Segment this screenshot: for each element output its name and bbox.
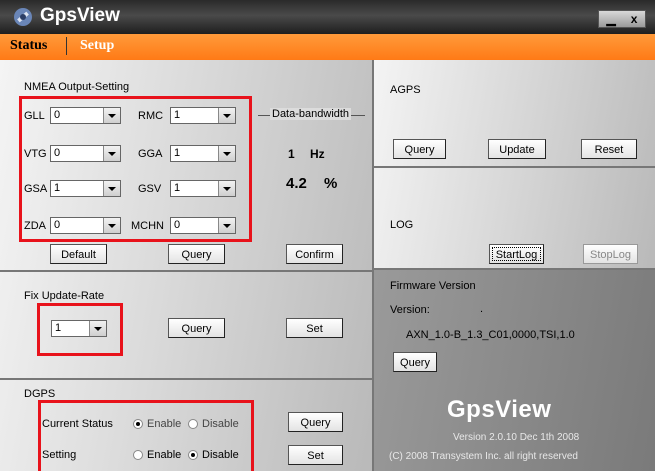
agps-heading: AGPS	[390, 84, 421, 96]
dgps-setting-disable-label[interactable]: Disable	[202, 449, 239, 461]
fix-rate-set-button[interactable]: Set	[286, 318, 343, 338]
firmware-heading: Firmware Version	[390, 280, 476, 292]
log-heading: LOG	[390, 219, 414, 231]
divider	[372, 60, 374, 471]
default-button[interactable]: Default	[50, 244, 107, 264]
divider	[0, 378, 372, 380]
divider	[374, 268, 655, 270]
rmc-label: RMC	[138, 110, 164, 122]
dgps-setting-enable-label[interactable]: Enable	[147, 449, 181, 461]
firmware-version-label: Version:	[390, 304, 430, 316]
dgps-setting-label: Setting	[42, 449, 77, 461]
start-log-button[interactable]: StartLog	[489, 244, 544, 264]
firmware-version-dot: .	[480, 303, 484, 315]
chevron-down-icon	[218, 146, 235, 161]
brand-copyright: (C) 2008 Transystem Inc. all right reser…	[389, 451, 578, 462]
nmea-heading: NMEA Output-Setting	[24, 81, 130, 93]
zda-label: ZDA	[24, 220, 46, 232]
rmc-select[interactable]: 1	[170, 107, 236, 124]
mchn-label: MCHN	[131, 220, 164, 232]
brand-name: GpsView	[447, 396, 552, 423]
brand-version: Version 2.0.10 Dec 1th 2008	[453, 432, 580, 443]
gsv-label: GSV	[138, 183, 162, 195]
tab-setup[interactable]: Setup	[80, 38, 114, 54]
dgps-heading: DGPS	[24, 388, 56, 400]
chevron-down-icon	[103, 146, 120, 161]
bandwidth-pct-value: 4.2	[286, 175, 307, 192]
bandwidth-heading: Data-bandwidth	[270, 108, 352, 120]
tab-separator	[66, 37, 67, 55]
satellite-logo-icon	[12, 6, 34, 28]
chevron-down-icon	[89, 321, 106, 336]
dgps-current-enable-label: Enable	[147, 418, 182, 430]
fix-rate-select[interactable]: 1	[51, 320, 107, 337]
gga-select[interactable]: 1	[170, 145, 236, 162]
mchn-select[interactable]: 0	[170, 217, 236, 234]
firmware-version-value: AXN_1.0-B_1.3_C01,0000,TSI,1.0	[406, 329, 575, 341]
chevron-down-icon	[103, 181, 120, 196]
dgps-setting-enable-radio[interactable]	[133, 450, 143, 460]
dgps-setting-disable-radio[interactable]	[188, 450, 198, 460]
window-title: GpsView	[40, 5, 120, 26]
gll-select[interactable]: 0	[50, 107, 121, 124]
nmea-query-button[interactable]: Query	[168, 244, 225, 264]
gga-label: GGA	[138, 148, 163, 160]
tab-status[interactable]: Status	[10, 38, 47, 54]
vtg-select[interactable]: 0	[50, 145, 121, 162]
chevron-down-icon	[218, 108, 235, 123]
fix-rate-heading: Fix Update-Rate	[24, 290, 105, 302]
bandwidth-pct-unit: %	[324, 175, 338, 192]
dgps-query-button[interactable]: Query	[288, 412, 343, 432]
firmware-query-button[interactable]: Query	[393, 352, 437, 372]
agps-query-button[interactable]: Query	[393, 139, 446, 159]
divider	[0, 270, 372, 272]
gsa-label: GSA	[24, 183, 48, 195]
close-icon[interactable]: x	[631, 12, 638, 26]
vtg-label: VTG	[24, 148, 47, 160]
bandwidth-hz-value: 1	[288, 147, 295, 161]
window-controls: ▁ x	[598, 10, 646, 28]
zda-select[interactable]: 0	[50, 217, 121, 234]
dgps-current-enable-radio	[133, 419, 143, 429]
agps-update-button[interactable]: Update	[488, 139, 546, 159]
chevron-down-icon	[103, 108, 120, 123]
dgps-current-disable-label: Disable	[202, 418, 239, 430]
stop-log-button[interactable]: StopLog	[583, 244, 638, 264]
gsv-select[interactable]: 1	[170, 180, 236, 197]
dgps-current-disable-radio	[188, 419, 198, 429]
dgps-set-button[interactable]: Set	[288, 445, 343, 465]
minimize-icon[interactable]: ▁	[607, 12, 616, 26]
chevron-down-icon	[218, 218, 235, 233]
bandwidth-group	[258, 115, 365, 242]
dgps-current-status-label: Current Status	[42, 418, 113, 430]
gll-label: GLL	[24, 110, 45, 122]
fix-rate-query-button[interactable]: Query	[168, 318, 225, 338]
gsa-select[interactable]: 1	[50, 180, 121, 197]
confirm-button[interactable]: Confirm	[286, 244, 343, 264]
bandwidth-hz-unit: Hz	[310, 147, 325, 161]
divider	[374, 166, 655, 168]
chevron-down-icon	[103, 218, 120, 233]
agps-reset-button[interactable]: Reset	[581, 139, 637, 159]
chevron-down-icon	[218, 181, 235, 196]
